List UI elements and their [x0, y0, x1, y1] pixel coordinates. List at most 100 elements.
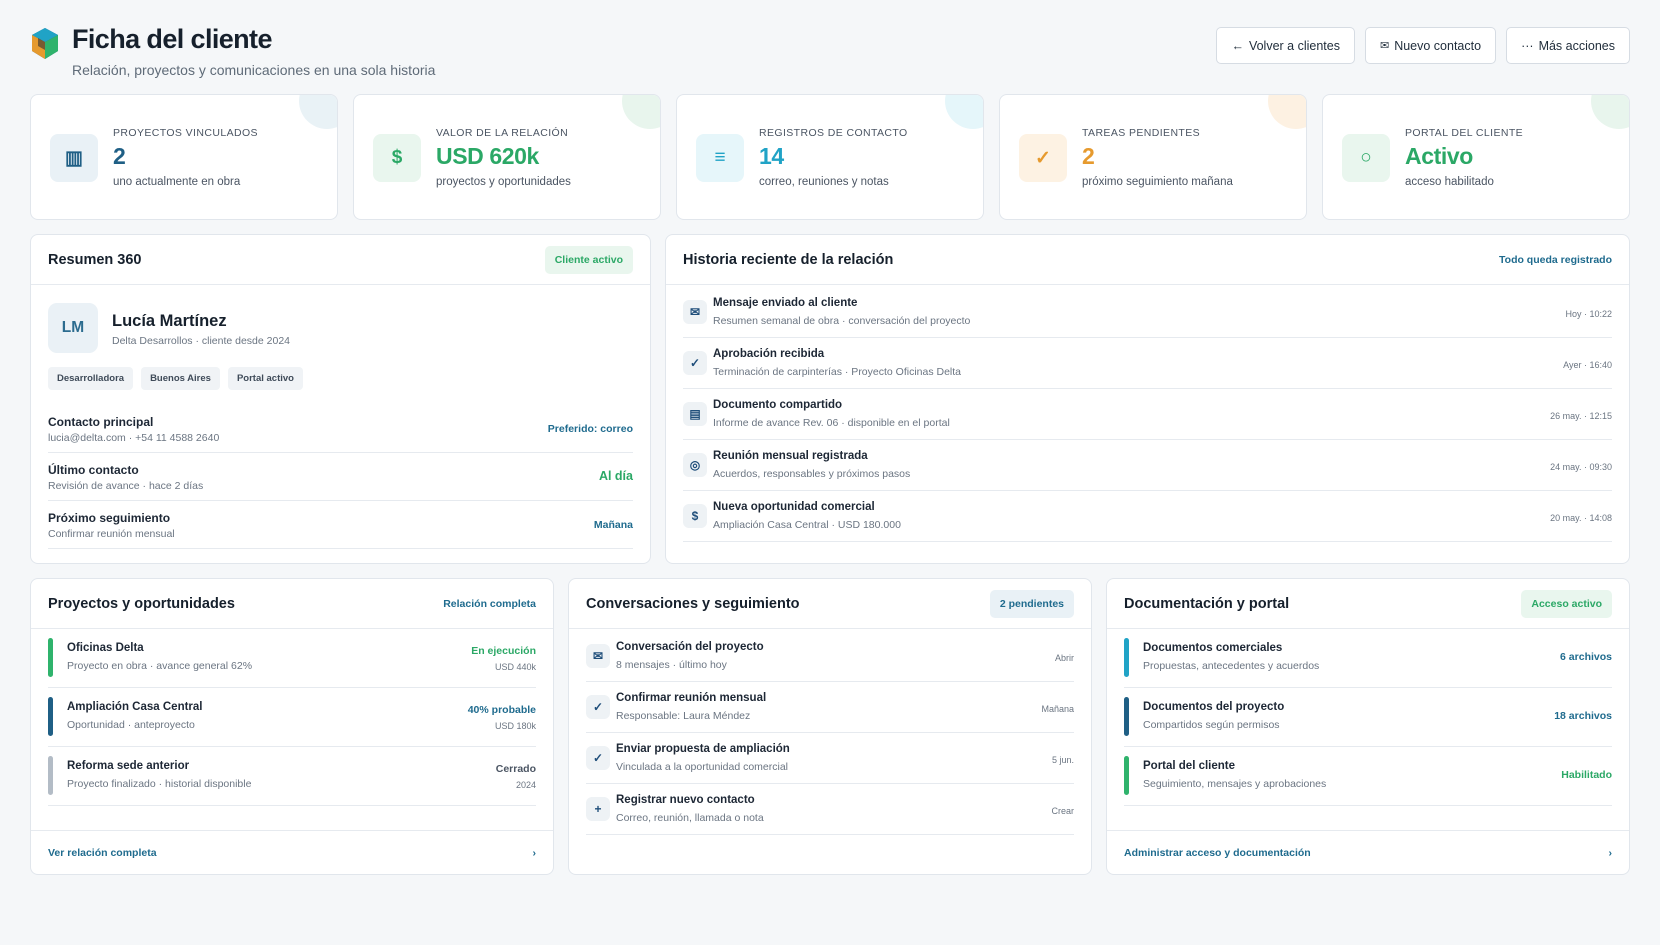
conversation-action[interactable]: Abrir [1055, 653, 1074, 663]
summary-info-list: Contacto principal lucia@delta.com · +54 … [31, 405, 650, 549]
document-status: 18 archivos [1554, 710, 1612, 722]
history-item-text: Documento compartido Informe de avance Re… [713, 399, 950, 429]
project-status-label: En ejecución [471, 645, 536, 657]
project-amount: USD 440k [494, 662, 536, 672]
documents-card: Documentación y portal Acceso activo Doc… [1106, 578, 1630, 875]
history-header: Historia reciente de la relación Todo qu… [666, 235, 1629, 285]
history-item[interactable]: ◎ Reunión mensual registrada Acuerdos, res… [683, 440, 1612, 491]
conversation-detail: Responsable: Laura Méndez [616, 710, 751, 722]
back-to-clients-button[interactable]: ← Volver a clientes [1216, 27, 1355, 64]
kpi-subtext: correo, reuniones y notas [759, 176, 889, 188]
conversation-action[interactable]: Mañana [1041, 704, 1074, 714]
history-item[interactable]: $ Nueva oportunidad comercial Ampliación C… [683, 491, 1612, 542]
conversation-title: Confirmar reunión mensual [616, 692, 767, 704]
project-detail: Oportunidad · anteproyecto [67, 719, 195, 731]
history-item-time: Ayer · 16:40 [1563, 360, 1612, 370]
history-item-detail: Informe de avance Rev. 06 · disponible e… [713, 417, 950, 429]
more-actions-button[interactable]: ··· Más acciones [1506, 27, 1630, 64]
project-row[interactable]: Reforma sede anterior Proyecto finalizado… [48, 747, 536, 806]
history-item-text: Aprobación recibida Terminación de carpin… [713, 348, 961, 378]
new-contact-button[interactable]: ✉ Nuevo contacto [1364, 27, 1497, 64]
project-status: Cerrado 2024 [496, 763, 536, 790]
projects-link[interactable]: Relación completa [443, 598, 536, 610]
projects-card: Proyectos y oportunidades Relación compl… [30, 578, 554, 875]
pending-badge: 2 pendientes [989, 589, 1074, 618]
mail-icon: ✉ [586, 644, 610, 668]
documents-header: Documentación y portal Acceso activo [1107, 579, 1629, 629]
decorative-circle [945, 95, 983, 129]
document-row[interactable]: Documentos comerciales Propuestas, antece… [1124, 629, 1612, 688]
info-row-detail: Confirmar reunión mensual [48, 528, 175, 540]
info-row: Próximo seguimiento Confirmar reunión men… [48, 501, 633, 549]
manage-access-link[interactable]: Administrar acceso y documentación › [1107, 830, 1629, 874]
project-title: Reforma sede anterior [67, 760, 190, 772]
project-status-label: Cerrado [495, 763, 536, 775]
status-bar [48, 638, 53, 677]
document-text: Documentos comerciales Propuestas, antece… [1143, 642, 1319, 672]
info-row-title: Último contacto [48, 463, 139, 477]
project-status: 40% probable USD 180k [468, 704, 536, 731]
conversation-text: Registrar nuevo contacto Correo, reunión,… [616, 794, 764, 824]
history-item-text: Reunión mensual registrada Acuerdos, resp… [713, 450, 910, 480]
history-item-time: 26 may. · 12:15 [1550, 411, 1612, 421]
project-row[interactable]: Oficinas Delta Proyecto en obra · avance … [48, 629, 536, 688]
check-icon: ✓ [1019, 134, 1067, 182]
conversation-detail: Correo, reunión, llamada o nota [616, 812, 764, 824]
document-status: Habilitado [1561, 769, 1612, 781]
app-logo [32, 28, 58, 59]
kpi-value: 14 [759, 143, 784, 169]
history-item[interactable]: ✉ Mensaje enviado al cliente Resumen seman… [683, 287, 1612, 338]
history-item-detail: Resumen semanal de obra · conversación d… [713, 315, 971, 327]
conversation-item[interactable]: ✓ Confirmar reunión mensual Responsable: L… [586, 682, 1074, 733]
kpi-label: TAREAS PENDIENTES [1082, 127, 1201, 139]
conversation-item[interactable]: ✓ Enviar propuesta de ampliación Vinculada… [586, 733, 1074, 784]
history-link[interactable]: Todo queda registrado [1499, 254, 1612, 266]
history-item[interactable]: ✓ Aprobación recibida Terminación de carpi… [683, 338, 1612, 389]
conversation-action[interactable]: Crear [1051, 806, 1074, 816]
history-item-title: Aprobación recibida [713, 348, 825, 360]
history-item-title: Nueva oportunidad comercial [713, 501, 875, 513]
decorative-circle [1591, 95, 1629, 129]
view-full-relationship-link[interactable]: Ver relación completa › [31, 830, 553, 874]
document-row[interactable]: Portal del cliente Seguimiento, mensajes … [1124, 747, 1612, 806]
history-item[interactable]: ▤ Documento compartido Informe de avance R… [683, 389, 1612, 440]
chevron-right-icon: › [1608, 846, 1613, 859]
client-status-badge: Cliente activo [544, 245, 633, 274]
status-bar [1124, 697, 1129, 736]
conversation-title: Enviar propuesta de ampliación [616, 743, 790, 755]
kpi-subtext: uno actualmente en obra [113, 176, 241, 188]
kpi-label: PROYECTOS VINCULADOS [113, 127, 258, 139]
document-row[interactable]: Documentos del proyecto Compartidos según… [1124, 688, 1612, 747]
conversation-detail: 8 mensajes · último hoy [616, 659, 727, 671]
check-icon: ✓ [683, 351, 707, 375]
project-text: Ampliación Casa Central Oportunidad · ant… [67, 701, 202, 731]
documents-list: Documentos comerciales Propuestas, antece… [1107, 629, 1629, 806]
summary-card: Resumen 360 Cliente activo LM Lucía Mart… [30, 234, 651, 564]
page-header: Ficha del cliente Relación, proyectos y … [30, 24, 1630, 80]
history-item-text: Nueva oportunidad comercial Ampliación Ca… [713, 501, 901, 531]
info-row-status: Preferido: correo [547, 423, 633, 435]
new-contact-label: Nuevo contacto [1394, 38, 1482, 53]
client-profile: LM Lucía Martínez Delta Desarrollos · cl… [31, 285, 650, 405]
back-to-clients-label: Volver a clientes [1248, 38, 1340, 53]
projects-list: Oficinas Delta Proyecto en obra · avance … [31, 629, 553, 806]
document-text: Documentos del proyecto Compartidos según… [1143, 701, 1284, 731]
document-detail: Compartidos según permisos [1143, 719, 1280, 731]
kpi-subtext: acceso habilitado [1405, 176, 1494, 188]
project-row[interactable]: Ampliación Casa Central Oportunidad · ant… [48, 688, 536, 747]
history-title: Historia reciente de la relación [683, 251, 894, 268]
client-name: Lucía Martínez [112, 312, 227, 330]
history-item-detail: Ampliación Casa Central · USD 180.000 [713, 519, 901, 531]
project-text: Reforma sede anterior Proyecto finalizado… [67, 760, 251, 790]
project-title: Oficinas Delta [67, 642, 144, 654]
document-title: Documentos comerciales [1143, 642, 1283, 654]
avatar: LM [48, 303, 98, 353]
header-actions: ← Volver a clientes ✉ Nuevo contacto ···… [1216, 27, 1630, 64]
projects-title: Proyectos y oportunidades [48, 595, 235, 612]
conversation-action[interactable]: 5 jun. [1052, 755, 1074, 765]
conversation-item[interactable]: ✉ Conversación del proyecto 8 mensajes · ú… [586, 631, 1074, 682]
document-text: Portal del cliente Seguimiento, mensajes … [1143, 760, 1326, 790]
conversation-item[interactable]: + Registrar nuevo contacto Correo, reunión… [586, 784, 1074, 835]
decorative-circle [622, 95, 660, 129]
history-card: Historia reciente de la relación Todo qu… [665, 234, 1630, 564]
